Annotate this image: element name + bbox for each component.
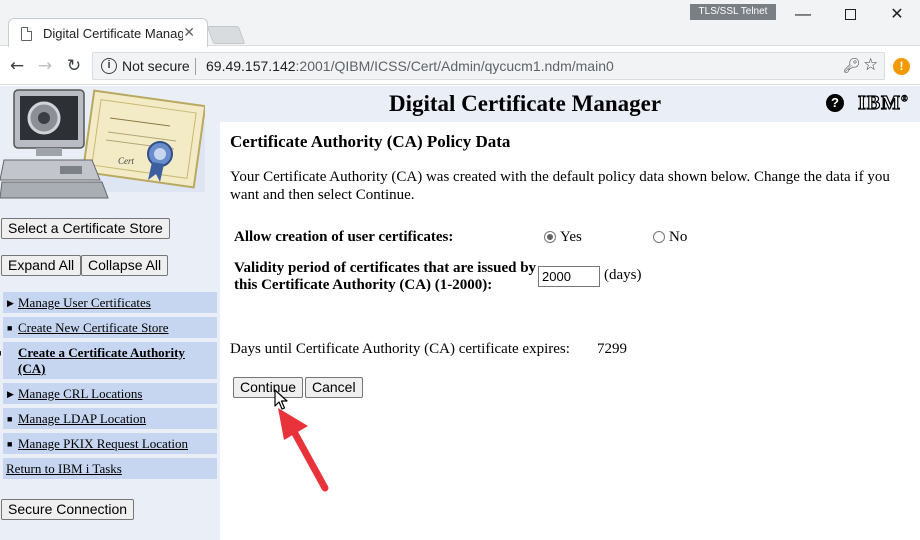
intro-text: Your Certificate Authority (CA) was crea… bbox=[230, 169, 890, 203]
sidebar-item-label[interactable]: Create a Certificate Authority (CA) bbox=[18, 345, 185, 376]
window-close-button[interactable]: ✕ bbox=[880, 4, 914, 26]
tab-title: Digital Certificate Manag bbox=[43, 26, 183, 41]
page-icon bbox=[21, 27, 32, 41]
secure-connection-button[interactable]: Secure Connection bbox=[1, 499, 135, 520]
ca-expiry-label: Days until Certificate Authority (CA) ce… bbox=[230, 341, 570, 357]
sidebar-item-label[interactable]: Manage LDAP Location bbox=[18, 411, 146, 426]
sidebar-item-label[interactable]: Manage PKIX Request Location bbox=[18, 436, 188, 451]
allow-yes-radio[interactable] bbox=[544, 231, 556, 243]
back-arrow-icon[interactable]: ← bbox=[6, 55, 28, 77]
info-icon[interactable]: i bbox=[101, 58, 117, 74]
validity-period-input[interactable] bbox=[538, 266, 600, 287]
annotation-arrow-icon bbox=[278, 408, 329, 492]
allow-yes-label[interactable]: Yes bbox=[560, 229, 582, 246]
browser-tab-strip: Digital Certificate Manag ✕ TLS/SSL Teln… bbox=[0, 0, 920, 47]
sidebar-item-label[interactable]: Manage CRL Locations bbox=[18, 386, 142, 401]
sidebar-item-manage-user-certificates[interactable]: ▶ Manage User Certificates bbox=[3, 292, 217, 313]
url-text[interactable]: 69.49.157.142:2001/QIBM/ICSS/Cert/Admin/… bbox=[206, 58, 614, 74]
sidebar-item-manage-ldap-location[interactable]: ■ Manage LDAP Location bbox=[3, 408, 217, 429]
sidebar-item-label[interactable]: Return to IBM i Tasks bbox=[6, 461, 122, 476]
bullet-icon: ■ bbox=[7, 323, 13, 333]
validity-unit-label: (days) bbox=[604, 267, 642, 283]
url-host: 69.49.157.142 bbox=[206, 58, 296, 74]
validity-period-label: Validity period of certificates that are… bbox=[234, 260, 537, 293]
tab-close-icon[interactable]: ✕ bbox=[183, 24, 195, 41]
allow-no-label[interactable]: No bbox=[669, 229, 687, 246]
collapse-all-button[interactable]: Collapse All bbox=[81, 255, 169, 276]
bullet-icon: ■ bbox=[0, 345, 18, 361]
sidebar-item-label[interactable]: Manage User Certificates bbox=[18, 295, 151, 310]
registered-mark: ® bbox=[901, 93, 909, 104]
page-title: Digital Certificate Manager bbox=[388, 91, 662, 116]
cancel-button[interactable]: Cancel bbox=[305, 377, 363, 398]
svg-text:Cert: Cert bbox=[118, 156, 135, 166]
ibm-logo: IBM® bbox=[857, 91, 909, 115]
alert-icon[interactable]: ! bbox=[893, 58, 910, 75]
browser-tab[interactable]: Digital Certificate Manag ✕ bbox=[8, 18, 208, 47]
bookmark-star-icon[interactable]: ☆ bbox=[863, 55, 878, 75]
maximize-icon bbox=[844, 9, 856, 21]
bullet-icon: ■ bbox=[7, 414, 13, 424]
sidebar-item-create-new-certificate-store[interactable]: ■ Create New Certificate Store bbox=[3, 317, 217, 338]
dcm-logo-illustration: Cert bbox=[0, 89, 205, 199]
key-icon[interactable]: 🔑︎ bbox=[843, 57, 861, 74]
allow-user-certificates-label: Allow creation of user certificates: bbox=[234, 229, 454, 245]
ca-expiry-value: 7299 bbox=[597, 341, 627, 357]
new-tab-button[interactable] bbox=[206, 26, 246, 44]
page-content: Cert Digital Certificate Manager ? IBM® … bbox=[0, 86, 920, 540]
continue-button[interactable]: Continue bbox=[233, 377, 304, 398]
sidebar-item-create-certificate-authority[interactable]: ■Create a Certificate Authority (CA) bbox=[0, 342, 217, 379]
security-label[interactable]: Not secure bbox=[122, 58, 190, 74]
sidebar-item-return-to-ibm-i-tasks[interactable]: Return to IBM i Tasks bbox=[3, 458, 217, 479]
allow-no-radio[interactable] bbox=[653, 231, 665, 243]
url-path: :2001/QIBM/ICSS/Cert/Admin/qycucm1.ndm/m… bbox=[295, 58, 614, 74]
divider bbox=[195, 58, 196, 75]
expand-all-button[interactable]: Expand All bbox=[1, 255, 82, 276]
bullet-icon: ■ bbox=[7, 439, 13, 449]
minimize-button[interactable]: — bbox=[786, 4, 820, 26]
ibm-logo-text: IBM bbox=[857, 91, 901, 114]
sidebar-item-manage-pkix-request-location[interactable]: ■ Manage PKIX Request Location bbox=[3, 433, 217, 454]
address-bar[interactable]: i Not secure 69.49.157.142:2001/QIBM/ICS… bbox=[92, 52, 885, 80]
help-icon[interactable]: ? bbox=[826, 94, 844, 112]
browser-toolbar: ← → ↻ i Not secure 69.49.157.142:2001/QI… bbox=[0, 47, 920, 85]
maximize-button[interactable] bbox=[833, 4, 867, 26]
sidebar-item-manage-crl-locations[interactable]: ▶ Manage CRL Locations bbox=[3, 383, 217, 404]
expand-triangle-icon: ▶ bbox=[7, 389, 14, 399]
reload-icon[interactable]: ↻ bbox=[63, 55, 85, 77]
sidebar-item-label[interactable]: Create New Certificate Store bbox=[18, 320, 169, 335]
expand-triangle-icon: ▶ bbox=[7, 298, 14, 308]
select-certificate-store-button[interactable]: Select a Certificate Store bbox=[1, 218, 170, 239]
section-title: Certificate Authority (CA) Policy Data bbox=[230, 132, 511, 151]
extension-badge: TLS/SSL Telnet bbox=[690, 4, 776, 20]
forward-arrow-icon[interactable]: → bbox=[34, 55, 56, 77]
